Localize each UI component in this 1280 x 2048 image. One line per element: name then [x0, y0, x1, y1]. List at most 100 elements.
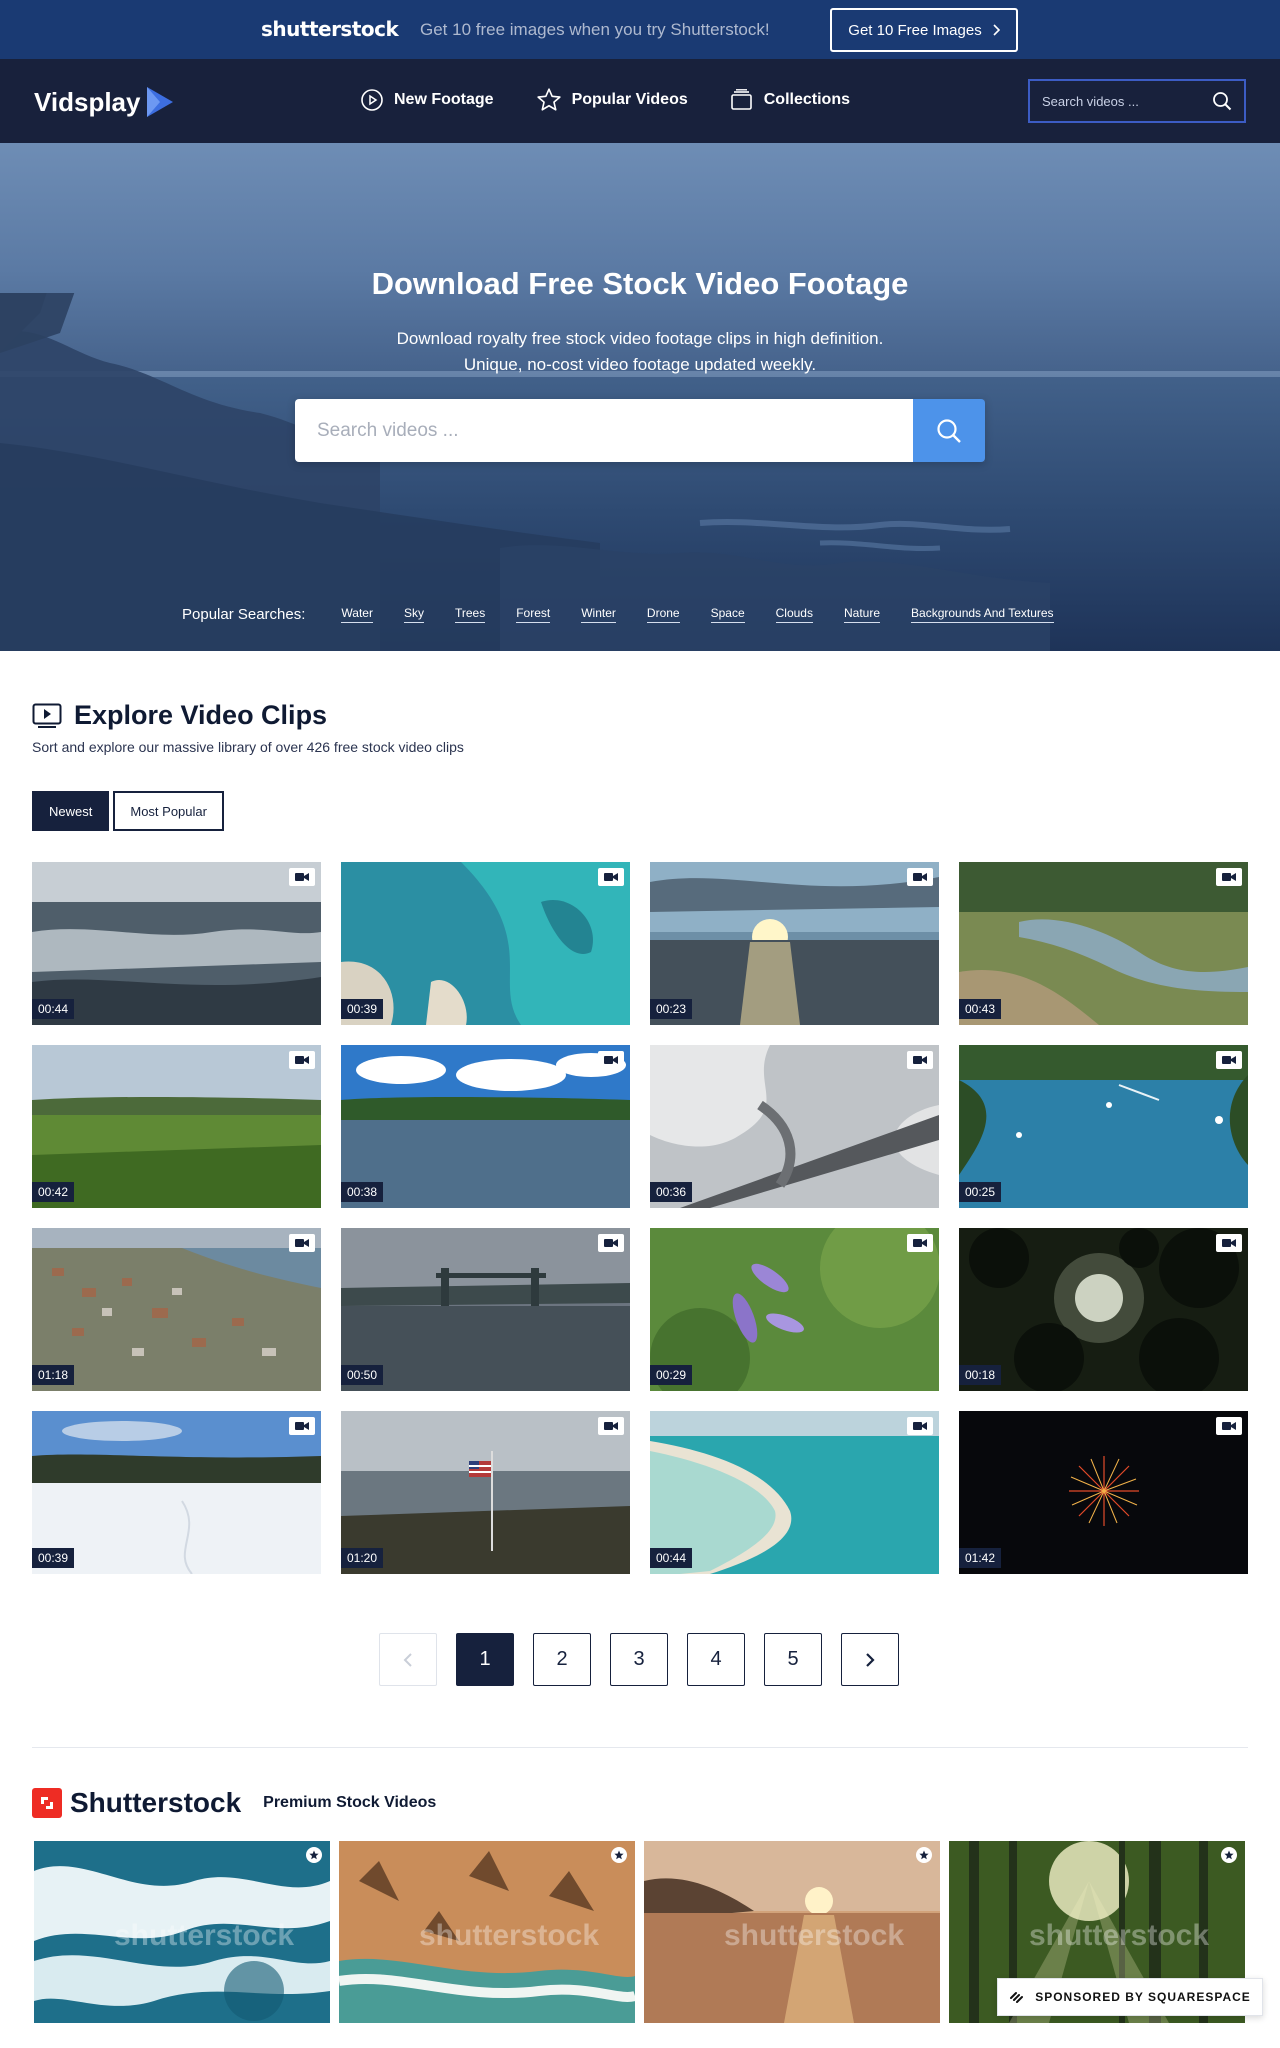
search-icon[interactable]: [1212, 91, 1232, 111]
video-card[interactable]: 00:25: [959, 1045, 1248, 1208]
popular-tag[interactable]: Space: [710, 606, 745, 623]
popular-tag[interactable]: Drone: [646, 606, 680, 623]
chevron-right-icon: [866, 1652, 875, 1667]
page-button[interactable]: 3: [610, 1633, 668, 1686]
popular-tag[interactable]: Sky: [403, 606, 424, 623]
video-duration: 00:23: [650, 999, 693, 1019]
video-card[interactable]: 00:18: [959, 1228, 1248, 1391]
sponsor-tagline: Premium Stock Videos: [263, 1794, 437, 1811]
popular-tag[interactable]: Forest: [516, 606, 551, 623]
popular-tag[interactable]: Nature: [843, 606, 881, 623]
nav-new-footage-label: New Footage: [394, 91, 494, 108]
popular-tag[interactable]: Backgrounds And Textures: [911, 606, 1054, 623]
video-camera-icon: [1216, 1051, 1242, 1069]
hero-search-button[interactable]: [913, 399, 985, 462]
premium-star-icon: [306, 1847, 322, 1863]
video-card[interactable]: 00:44: [650, 1411, 939, 1574]
video-camera-icon: [598, 1417, 624, 1435]
video-thumbnail: [959, 1411, 1248, 1574]
video-duration: 00:36: [650, 1182, 693, 1202]
video-thumbnail: [959, 862, 1248, 1025]
video-card[interactable]: 00:23: [650, 862, 939, 1025]
free-images-button[interactable]: Get 10 Free Images: [830, 8, 1018, 52]
video-card[interactable]: 01:42: [959, 1411, 1248, 1574]
sponsor-name[interactable]: Shutterstock: [70, 1787, 241, 1819]
video-duration: 01:20: [341, 1548, 384, 1568]
play-logo-icon: [147, 87, 174, 117]
video-camera-icon: [598, 1051, 624, 1069]
video-card[interactable]: 00:50: [341, 1228, 630, 1391]
video-thumbnail: [650, 862, 939, 1025]
nav-new-footage[interactable]: New Footage: [360, 87, 494, 113]
nav-collections-label: Collections: [763, 91, 850, 108]
video-camera-icon: [907, 1051, 933, 1069]
popular-tag[interactable]: Trees: [454, 606, 486, 623]
video-camera-icon: [289, 1234, 315, 1252]
video-card[interactable]: 00:38: [341, 1045, 630, 1208]
video-camera-icon: [1216, 1234, 1242, 1252]
hero-subtitle-line-1: Download royalty free stock video footag…: [396, 329, 884, 348]
video-card[interactable]: 00:39: [341, 862, 630, 1025]
nav-collections[interactable]: Collections: [730, 87, 850, 113]
video-thumbnail: [32, 1045, 321, 1208]
hero-search-input[interactable]: [295, 399, 913, 462]
video-duration: 00:43: [959, 999, 1002, 1019]
free-images-button-label: Get 10 Free Images: [848, 21, 982, 39]
video-camera-icon: [907, 1234, 933, 1252]
page-button[interactable]: 4: [687, 1633, 745, 1686]
nav-popular-videos[interactable]: Popular Videos: [536, 87, 688, 113]
video-card[interactable]: 00:43: [959, 862, 1248, 1025]
video-card[interactable]: 01:18: [32, 1228, 321, 1391]
next-page-button[interactable]: [841, 1633, 899, 1686]
promo-message: Get 10 free images when you try Shutters…: [420, 20, 770, 39]
explore-description: Sort and explore our massive library of …: [32, 739, 464, 755]
filter-most-popular-button[interactable]: Most Popular: [113, 791, 224, 831]
vidsplay-logo[interactable]: Vidsplay: [34, 85, 176, 119]
page-button[interactable]: 5: [764, 1633, 822, 1686]
page-button[interactable]: 2: [533, 1633, 591, 1686]
video-duration: 00:50: [341, 1365, 384, 1385]
video-camera-icon: [289, 1417, 315, 1435]
video-duration: 00:44: [32, 999, 75, 1019]
nav-search-input[interactable]: [1042, 93, 1192, 109]
video-camera-icon: [598, 1234, 624, 1252]
section-divider: [32, 1747, 1248, 1748]
video-card[interactable]: 00:29: [650, 1228, 939, 1391]
nav-popular-videos-label: Popular Videos: [571, 91, 688, 108]
popular-tag[interactable]: Clouds: [775, 606, 813, 623]
page-button[interactable]: 1: [456, 1633, 514, 1686]
video-card[interactable]: 01:20: [341, 1411, 630, 1574]
prev-page-button[interactable]: [379, 1633, 437, 1686]
video-thumbnail: [341, 1045, 630, 1208]
video-card[interactable]: 00:39: [32, 1411, 321, 1574]
premium-video-card[interactable]: shutterstock: [644, 1841, 940, 2023]
video-thumbnail: [650, 1411, 939, 1574]
shutterstock-logo[interactable]: shutterstock: [261, 17, 399, 41]
main-nav: Vidsplay New Footage Popular Videos Coll…: [0, 59, 1280, 143]
video-card[interactable]: 00:44: [32, 862, 321, 1025]
shutterstock-watermark: shutterstock: [1029, 1919, 1210, 1952]
shutterstock-icon[interactable]: [32, 1788, 62, 1818]
shutterstock-watermark: shutterstock: [724, 1919, 905, 1952]
video-duration: 00:29: [650, 1365, 693, 1385]
squarespace-badge-label: SPONSORED BY SQUARESPACE: [1035, 1990, 1251, 2004]
video-duration: 00:44: [650, 1548, 693, 1568]
premium-video-card[interactable]: shutterstock: [339, 1841, 635, 2023]
filter-newest-button[interactable]: Newest: [32, 791, 110, 831]
hero-section: Download Free Stock Video Footage Downlo…: [0, 143, 1280, 651]
premium-video-card[interactable]: shutterstock: [34, 1841, 330, 2023]
shutterstock-watermark: shutterstock: [114, 1919, 295, 1952]
video-camera-icon: [1216, 868, 1242, 886]
popular-tag[interactable]: Water: [341, 606, 373, 623]
hero-title: Download Free Stock Video Footage: [371, 266, 909, 301]
premium-star-icon: [611, 1847, 627, 1863]
squarespace-sponsor-badge[interactable]: SPONSORED BY SQUARESPACE: [997, 1978, 1263, 2016]
video-thumbnail: [341, 862, 630, 1025]
video-duration: 00:18: [959, 1365, 1002, 1385]
video-card[interactable]: 00:36: [650, 1045, 939, 1208]
video-card[interactable]: 00:42: [32, 1045, 321, 1208]
video-camera-icon: [1216, 1417, 1242, 1435]
promo-bar: shutterstock Get 10 free images when you…: [0, 0, 1280, 59]
popular-tag[interactable]: Winter: [581, 606, 616, 623]
video-camera-icon: [289, 868, 315, 886]
